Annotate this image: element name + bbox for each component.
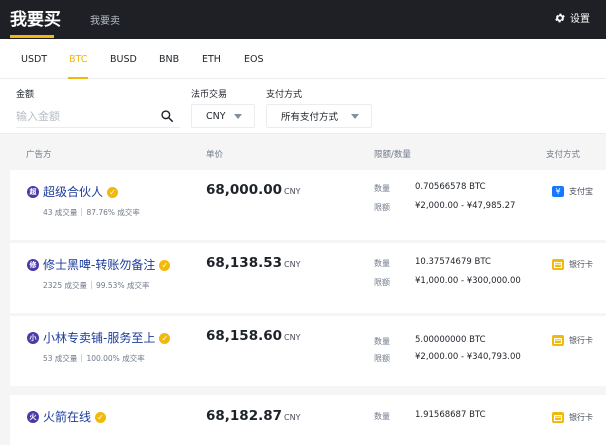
payment-select[interactable]: 所有支付方式: [266, 104, 372, 128]
advertiser-name[interactable]: 小林专卖铺-服务至上 ✓: [43, 329, 171, 346]
advertiser-name[interactable]: 超级合伙人 ✓: [43, 183, 119, 200]
tab-busd[interactable]: BUSD: [110, 54, 137, 65]
advertiser-name[interactable]: 火箭在线 ✓: [43, 408, 107, 425]
unit-price: 68,182.87 CNY: [206, 408, 301, 424]
limit-value: ¥1,000.00 - ¥300,000.00: [415, 276, 521, 286]
avatar: 修: [27, 259, 39, 271]
search-icon[interactable]: [160, 109, 174, 123]
column-payment: 支付方式: [546, 150, 581, 160]
column-advertiser: 广告方: [26, 150, 52, 160]
payment-method: 银行卡: [552, 335, 593, 346]
qty-value: 0.70566578 BTC: [415, 182, 486, 192]
qty-label: 数量: [374, 412, 390, 421]
qty-label: 数量: [374, 184, 390, 193]
table-row[interactable]: 小 小林专卖铺-服务至上 ✓ 53 成交量 100.00% 成交率 68,158.6…: [10, 316, 606, 386]
limit-value: ¥2,000.00 - ¥47,985.27: [415, 201, 516, 211]
tab-sell[interactable]: 我要卖: [90, 12, 120, 27]
advertiser-stats: 53 成交量 100.00% 成交率: [43, 354, 145, 363]
filter-bar: 金额 法币交易 CNY 支付方式 所有支付方式: [0, 79, 606, 133]
table-header: 广告方 单价 限额/数量 支付方式: [0, 133, 606, 167]
qty-value: 10.37574679 BTC: [415, 257, 491, 267]
qty-label: 数量: [374, 337, 390, 346]
bank-card-icon: [552, 412, 564, 423]
bank-card-icon: [552, 259, 564, 270]
table-row[interactable]: 修 修士黑啤-转账勿备注 ✓ 2325 成交量 99.53% 成交率 68,138.…: [10, 243, 606, 313]
alipay-icon: ¥: [552, 186, 564, 197]
settings-label: 设置: [570, 14, 590, 25]
settings-button[interactable]: 设置: [554, 10, 590, 25]
avatar: 火: [27, 411, 39, 423]
fiat-select-value: CNY: [206, 110, 226, 122]
limit-value: ¥2,000.00 - ¥340,793.00: [415, 352, 521, 362]
unit-price: 68,158.60 CNY: [206, 328, 301, 344]
table-row[interactable]: 火 火箭在线 ✓ 68,182.87 CNY 数量 1.91568687 BTC 银…: [10, 395, 606, 445]
tab-buy[interactable]: 我要买: [10, 5, 61, 30]
bank-card-icon: [552, 335, 564, 346]
payment-select-value: 所有支付方式: [281, 112, 339, 123]
verified-icon: ✓: [159, 260, 171, 271]
gear-icon: [555, 13, 565, 22]
advertiser-name[interactable]: 修士黑啤-转账勿备注 ✓: [43, 256, 171, 273]
payment-method: 银行卡: [552, 259, 593, 270]
fiat-select[interactable]: CNY: [191, 104, 255, 128]
qty-value: 5.00000000 BTC: [415, 335, 486, 345]
caret-down-icon: [234, 114, 242, 119]
verified-icon: ✓: [159, 333, 171, 344]
tab-usdt[interactable]: USDT: [21, 54, 47, 65]
qty-value: 1.91568687 BTC: [415, 410, 486, 420]
tab-eth[interactable]: ETH: [202, 54, 221, 65]
buy-tab-indicator: [10, 35, 54, 38]
unit-price: 68,000.00 CNY: [206, 182, 301, 198]
fiat-label: 法币交易: [191, 90, 228, 100]
column-price: 单价: [206, 150, 224, 160]
verified-icon: ✓: [95, 412, 107, 423]
limit-label: 限额: [374, 354, 390, 363]
tab-eos[interactable]: EOS: [244, 54, 264, 65]
amount-label: 金额: [16, 90, 35, 100]
coin-tabs: USDT BTC BUSD BNB ETH EOS: [0, 39, 606, 79]
advertiser-stats: 2325 成交量 99.53% 成交率: [43, 281, 150, 290]
unit-price: 68,138.53 CNY: [206, 255, 301, 271]
amount-input[interactable]: [16, 106, 180, 128]
avatar: 小: [27, 332, 39, 344]
qty-label: 数量: [374, 259, 390, 268]
verified-icon: ✓: [107, 187, 119, 198]
column-limit: 限额/数量: [374, 150, 411, 160]
limit-label: 限额: [374, 278, 390, 287]
limit-label: 限额: [374, 203, 390, 212]
payment-label: 支付方式: [266, 90, 303, 100]
table-row[interactable]: 超 超级合伙人 ✓ 43 成交量 87.76% 成交率 68,000.00 CNY 数…: [10, 170, 606, 240]
advertiser-stats: 43 成交量 87.76% 成交率: [43, 208, 140, 217]
payment-method: 银行卡: [552, 412, 593, 423]
payment-method: ¥ 支付宝: [552, 186, 593, 197]
avatar: 超: [27, 186, 39, 198]
top-bar: 我要买 我要卖 设置: [0, 0, 606, 39]
tab-bnb[interactable]: BNB: [159, 54, 179, 65]
caret-down-icon: [351, 114, 359, 119]
tab-btc[interactable]: BTC: [69, 54, 87, 65]
